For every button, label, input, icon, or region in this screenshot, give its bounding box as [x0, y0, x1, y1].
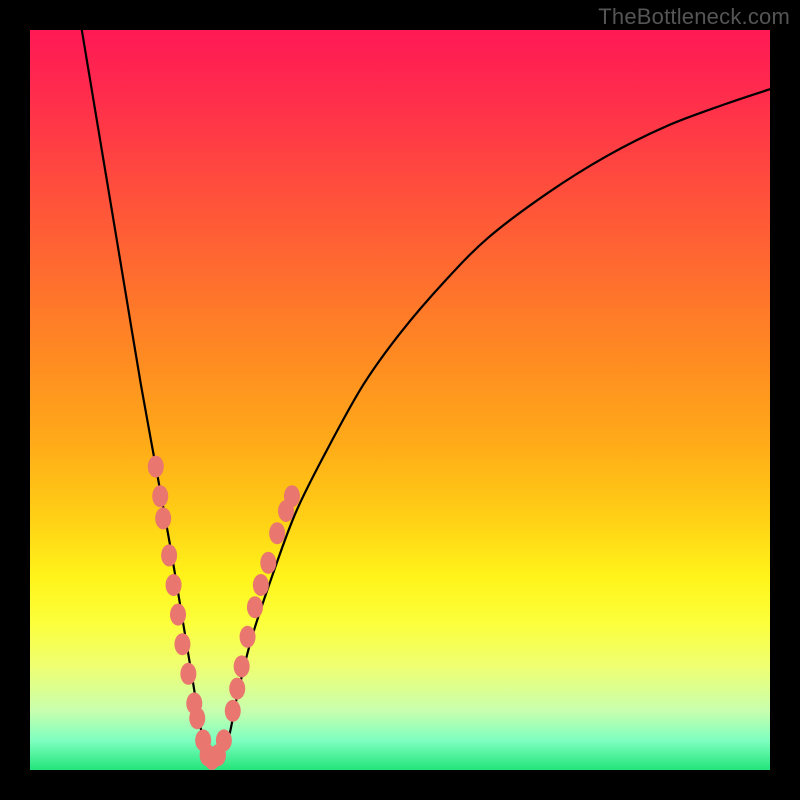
curve-dot [166, 574, 182, 596]
curve-dot [216, 729, 232, 751]
curve-dot [247, 596, 263, 618]
curve-dot [284, 485, 300, 507]
plot-area [30, 30, 770, 770]
curve-dot [234, 655, 250, 677]
curve-dot [161, 544, 177, 566]
curve-dot [180, 663, 196, 685]
curve-dot [170, 604, 186, 626]
bottleneck-curve-svg [30, 30, 770, 770]
curve-dot [260, 552, 276, 574]
curve-dot [155, 507, 171, 529]
curve-dots-group [148, 456, 300, 770]
chart-frame: TheBottleneck.com [0, 0, 800, 800]
curve-dot [152, 485, 168, 507]
curve-dot [148, 456, 164, 478]
curve-dot [174, 633, 190, 655]
curve-dot [189, 707, 205, 729]
curve-dot [269, 522, 285, 544]
curve-dot [229, 678, 245, 700]
curve-dot [225, 700, 241, 722]
watermark-text: TheBottleneck.com [598, 4, 790, 30]
curve-dot [240, 626, 256, 648]
curve-dot [253, 574, 269, 596]
